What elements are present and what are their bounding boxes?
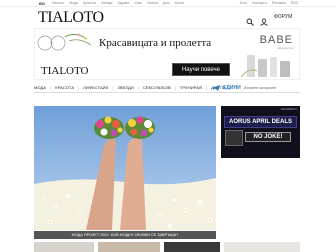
hero-photo: [34, 106, 216, 230]
hero-caption[interactable]: МОДА ПРОЗЕТ 2022: КОЙ МОДЕН ОБУВКИ СЕ ЗА…: [34, 231, 216, 239]
top-link[interactable]: Здраве: [117, 1, 129, 5]
site-header: TIALOTO ФОРУМ: [0, 8, 336, 28]
thumbnail[interactable]: [164, 242, 220, 252]
device-image: [225, 130, 243, 146]
top-links-right: Блог Контакти Реклама RSS: [240, 1, 298, 5]
forum-link[interactable]: ФОРУМ: [274, 14, 292, 20]
article-thumbnails: [34, 242, 300, 252]
top-link[interactable]: Начало: [52, 1, 64, 5]
top-link[interactable]: Любов: [147, 1, 158, 5]
nav-item-beauty[interactable]: КРАСОТА: [55, 85, 74, 90]
banner-small-logo: TIALOTO: [41, 65, 89, 77]
top-right-link[interactable]: RSS: [291, 1, 298, 5]
top-link[interactable]: Дом: [163, 1, 170, 5]
language-flag[interactable]: BG: [39, 1, 45, 6]
top-strip: BG Начало Мода Красота Звезди Здраве Сек…: [0, 0, 336, 7]
nav-separator: |: [50, 84, 52, 90]
search-icon[interactable]: [246, 13, 254, 26]
side-ad-subline: NO JOKE!: [245, 132, 291, 142]
side-ad-headline: AORUS APRIL DEALS: [224, 116, 297, 128]
site-logo[interactable]: TIALOTO: [38, 9, 104, 27]
nav-item-train[interactable]: ТРЕНИРАЙ: [180, 85, 202, 90]
nav-item-lifestyle[interactable]: ЛИФЕСТАЙЛ: [83, 85, 108, 90]
thumbnail[interactable]: [224, 242, 300, 252]
banner-decoration: [37, 33, 92, 51]
top-link[interactable]: Секс: [134, 1, 142, 5]
top-right-link[interactable]: Контакти: [252, 1, 267, 5]
side-ad[interactable]: GEARBEST AORUS APRIL DEALS NO JOKE!: [221, 106, 300, 158]
plane-icon: [212, 84, 220, 91]
nav-separator: |: [174, 84, 176, 90]
banner-brand-sub: laboratorios: [277, 46, 293, 50]
banner-headline: Красавицата и пролетта: [99, 37, 212, 49]
nav-separator: |: [206, 84, 208, 90]
thumbnail[interactable]: [34, 242, 94, 252]
nav-item-fashion[interactable]: МОДА: [34, 85, 46, 90]
side-ad-tag: GEARBEST: [280, 107, 297, 111]
top-links: Начало Мода Красота Звезди Здраве Секс Л…: [52, 1, 184, 5]
top-right-link[interactable]: Реклама: [272, 1, 286, 5]
promo-text: Изгорете калориите: [243, 85, 277, 90]
learn-more-button[interactable]: Научи повече: [172, 63, 230, 76]
nav-separator: |: [78, 84, 80, 90]
header-actions: ФОРУМ: [246, 13, 292, 26]
nav-separator: |: [112, 84, 114, 90]
nav-item-stars[interactable]: ЗВЕЗДИ: [118, 85, 134, 90]
user-icon[interactable]: [260, 13, 268, 26]
main-nav: МОДА | КРАСОТА | ЛИФЕСТАЙЛ | ЗВЕЗДИ | СЕ…: [34, 82, 300, 93]
product-image: [240, 55, 290, 78]
nav-item-sex-love[interactable]: СЕКС/ЛЮБОВ: [143, 85, 171, 90]
top-link[interactable]: Кухня: [175, 1, 184, 5]
hero-article-image[interactable]: [34, 106, 216, 230]
banner-brand: BABE: [259, 34, 293, 46]
top-link[interactable]: Звезди: [101, 1, 112, 5]
thumbnail[interactable]: [98, 242, 160, 252]
nav-separator: |: [137, 84, 139, 90]
top-right-link[interactable]: Блог: [240, 1, 248, 5]
promo-logo: ЕДИНИ: [223, 84, 241, 91]
top-banner-ad[interactable]: Красавицата и пролетта BABE laboratorios…: [34, 28, 300, 80]
nav-promo[interactable]: ЕДИНИ Изгорете калориите: [212, 82, 276, 93]
top-link[interactable]: Мода: [69, 1, 78, 5]
top-link[interactable]: Красота: [83, 1, 96, 5]
